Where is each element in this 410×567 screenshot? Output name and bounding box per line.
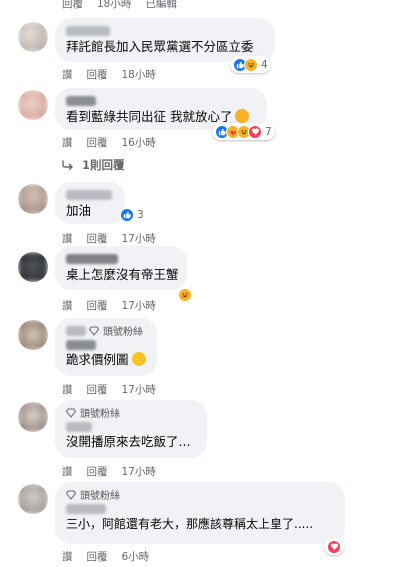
comment-text: 沒開播原來去吃飯了...: [66, 434, 191, 449]
timestamp[interactable]: 17小時: [122, 464, 156, 479]
reply-link[interactable]: 回覆: [87, 231, 108, 246]
avatar[interactable]: [18, 484, 48, 514]
reply-link[interactable]: 回覆: [87, 135, 108, 150]
timestamp[interactable]: 18小時: [97, 0, 131, 11]
comment-bubble: 頭號粉絲 沒開播原來去吃飯了...: [55, 400, 207, 458]
commenter-name[interactable]: 頭號粉絲: [66, 487, 334, 502]
emoji-icon: [131, 352, 146, 366]
badge-label: 頭號粉絲: [80, 409, 120, 420]
haha-icon: [178, 287, 192, 302]
reactions-summary[interactable]: 3: [117, 206, 147, 223]
reply-link[interactable]: 回覆: [62, 0, 83, 11]
avatar[interactable]: [18, 320, 48, 350]
love-icon: [248, 124, 262, 139]
timestamp[interactable]: 17小時: [122, 231, 156, 246]
avatar[interactable]: [18, 22, 48, 52]
like-link[interactable]: 讚: [62, 464, 73, 479]
comment-actions: 讚 回覆 17小時: [62, 382, 156, 397]
haha-icon: [244, 57, 258, 72]
avatar[interactable]: [18, 90, 48, 120]
commenter-name-second-line[interactable]: [66, 338, 146, 351]
comment-actions: 讚 回覆 17小時: [62, 464, 156, 479]
like-link[interactable]: 讚: [62, 231, 73, 246]
commenter-name[interactable]: [66, 187, 114, 202]
avatar[interactable]: [18, 252, 48, 282]
like-link[interactable]: 讚: [62, 549, 73, 564]
timestamp[interactable]: 16小時: [122, 135, 156, 150]
reply-arrow-icon: [62, 160, 73, 170]
badge-label: 頭號粉絲: [80, 491, 120, 502]
view-replies-button[interactable]: 1則回覆: [62, 157, 125, 173]
timestamp[interactable]: 6小時: [122, 549, 150, 564]
like-link[interactable]: 讚: [62, 298, 73, 313]
emoji-icon: [235, 109, 250, 123]
top-fan-badge: 頭號粉絲: [66, 487, 120, 502]
reactions-summary[interactable]: [324, 538, 344, 555]
commenter-name[interactable]: 頭號粉絲: [66, 405, 196, 420]
commenter-name-second-line[interactable]: [66, 420, 196, 433]
like-link[interactable]: 讚: [62, 135, 73, 150]
timestamp[interactable]: 18小時: [122, 67, 156, 82]
replies-count-label: 1則回覆: [82, 158, 125, 172]
comment-actions: 讚 回覆 18小時: [62, 67, 156, 82]
like-icon: [120, 207, 134, 222]
fan-badge-icon: [89, 326, 99, 336]
like-link[interactable]: 讚: [62, 382, 73, 397]
commenter-name[interactable]: [66, 23, 264, 38]
top-fan-badge: 頭號粉絲: [66, 405, 120, 420]
reply-link[interactable]: 回覆: [87, 298, 108, 313]
top-action-row: 回覆 18小時 已編輯: [62, 0, 177, 11]
timestamp[interactable]: 17小時: [122, 382, 156, 397]
reactions-summary[interactable]: 4: [230, 56, 271, 73]
reactions-summary[interactable]: [175, 286, 195, 303]
commenter-name[interactable]: 頭號粉絲: [66, 323, 146, 338]
timestamp[interactable]: 17小時: [122, 298, 156, 313]
reply-link[interactable]: 回覆: [87, 67, 108, 82]
like-link[interactable]: 讚: [62, 67, 73, 82]
comment-text-content: 跪求價例圖: [66, 352, 129, 367]
commenter-name[interactable]: [66, 93, 256, 108]
comment-bubble: 頭號粉絲 跪求價例圖: [55, 318, 157, 376]
commenter-name[interactable]: [66, 251, 176, 266]
comment-text-content: 看到藍綠共同出征 我就放心了: [66, 109, 233, 124]
comment-actions: 讚 回覆 17小時: [62, 298, 156, 313]
edited-label: 已編輯: [145, 0, 177, 10]
badge-label: 頭號粉絲: [103, 327, 143, 338]
reply-link[interactable]: 回覆: [87, 549, 108, 564]
comment-text: 三小，阿館還有老大，那應該尊稱太上皇了.....: [66, 517, 314, 531]
comment-actions: 讚 回覆 16小時: [62, 135, 156, 150]
comment-text: 桌上怎麼沒有帝王蟹: [66, 267, 179, 282]
commenter-name-second-line[interactable]: [66, 502, 334, 515]
fan-badge-icon: [66, 490, 76, 500]
avatar[interactable]: [18, 184, 48, 214]
top-fan-badge: 頭號粉絲: [89, 323, 143, 338]
comment-actions: 讚 回覆 17小時: [62, 231, 156, 246]
reactions-count: 4: [261, 58, 268, 71]
reactions-summary[interactable]: 7: [212, 123, 275, 140]
reply-link[interactable]: 回覆: [87, 382, 108, 397]
reactions-count: 7: [265, 125, 272, 138]
comment-actions: 讚 回覆 6小時: [62, 549, 149, 564]
love-icon: [327, 539, 341, 554]
comment-bubble: 桌上怎麼沒有帝王蟹: [55, 246, 187, 290]
comment-bubble: 加油: [55, 182, 125, 224]
fan-badge-icon: [66, 408, 76, 418]
comment-text: 拜託館長加入民眾黨選不分區立委: [66, 39, 254, 54]
comment-text: 加油: [66, 203, 92, 218]
comment-bubble: 頭號粉絲 三小，阿館還有老大，那應該尊稱太上皇了.....: [55, 482, 345, 544]
reactions-count: 3: [137, 208, 144, 221]
comment-text: 跪求價例圖: [66, 351, 146, 369]
reply-link[interactable]: 回覆: [87, 464, 108, 479]
avatar[interactable]: [18, 402, 48, 432]
